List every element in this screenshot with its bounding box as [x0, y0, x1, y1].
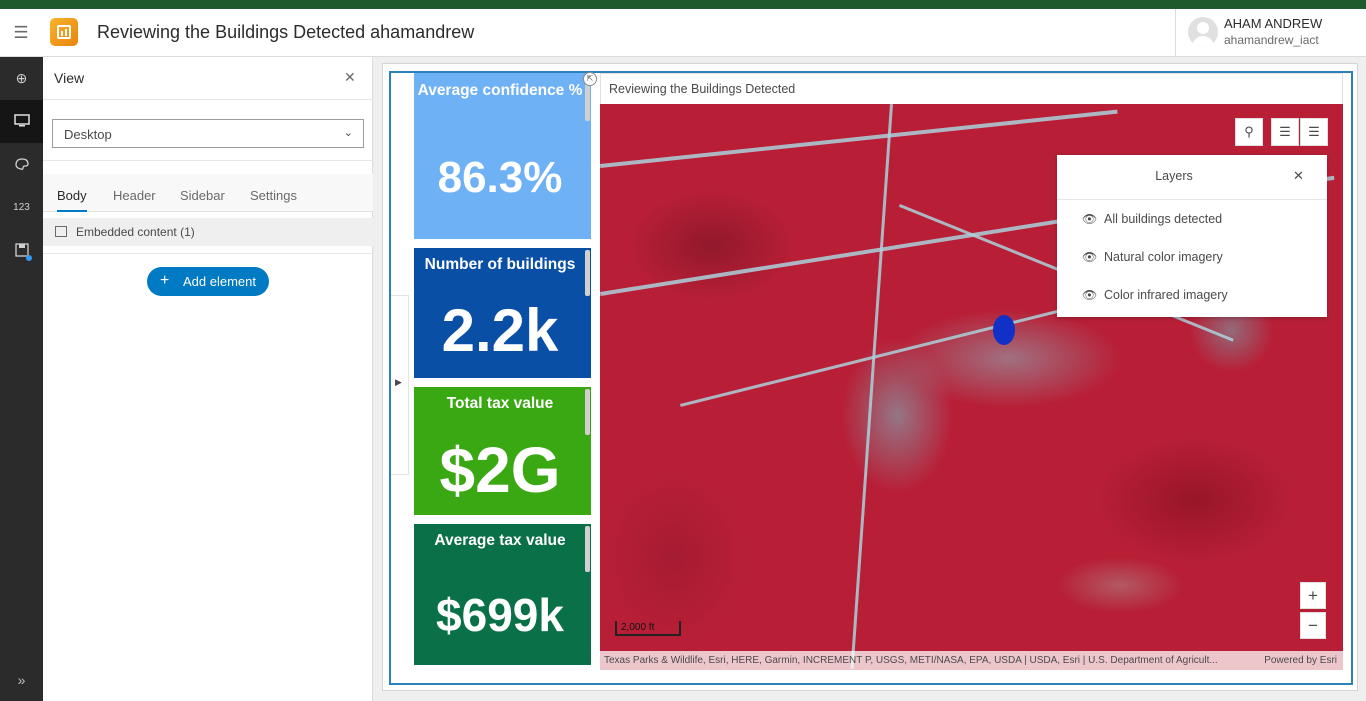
preview-canvas: ▶ Average confidence % 86.3% Number of b… — [373, 57, 1366, 701]
eye-icon[interactable]: 👁 — [1082, 212, 1097, 226]
plus-icon: + — [160, 272, 170, 289]
embedded-content-item[interactable]: Embedded content (1) — [43, 218, 373, 246]
powered-by: Powered by Esri — [1264, 655, 1337, 666]
embed-icon — [55, 226, 67, 237]
device-select-value: Desktop — [64, 127, 112, 142]
eye-icon[interactable]: 👁 — [1082, 250, 1097, 264]
panel-tabs: Body Header Sidebar Settings — [43, 174, 373, 212]
tab-settings[interactable]: Settings — [250, 188, 297, 203]
map-title: Reviewing the Buildings Detected — [609, 82, 796, 96]
tab-header[interactable]: Header — [113, 188, 156, 203]
layer-label: All buildings detected — [1104, 212, 1223, 226]
embedded-content-label: Embedded content (1) — [76, 225, 195, 239]
top-stripe — [0, 0, 1366, 9]
layer-item[interactable]: 👁 Natural color imagery — [1057, 239, 1327, 277]
theme-icon[interactable] — [0, 143, 43, 186]
indicator-value: $2G — [439, 434, 561, 506]
map-pond — [993, 315, 1015, 345]
device-select[interactable]: Desktop ⌄ — [52, 119, 364, 148]
left-rail: ⊕ 123 » — [0, 57, 43, 701]
desktop-icon[interactable] — [0, 100, 43, 143]
app-logo-icon — [50, 18, 78, 46]
expand-icon[interactable]: » — [0, 665, 43, 695]
number-icon[interactable]: 123 — [0, 186, 43, 229]
indicator-value: $699k — [436, 589, 564, 641]
zoom-out-button[interactable]: − — [1300, 612, 1326, 639]
indicator-value: 2.2k — [441, 297, 559, 364]
layer-label: Natural color imagery — [1104, 250, 1223, 264]
layer-item[interactable]: 👁 All buildings detected — [1057, 201, 1327, 239]
panel-title: View — [54, 70, 85, 86]
add-icon[interactable]: ⊕ — [0, 57, 43, 100]
layer-label: Color infrared imagery — [1104, 288, 1228, 302]
app-header: ☰ Reviewing the Buildings Detected ahama… — [0, 9, 1366, 57]
layers-icon[interactable]: ☰ — [1300, 118, 1328, 146]
indicator-title: Total tax value — [446, 395, 554, 412]
panel-header: View ✕ — [43, 57, 373, 100]
dashboard-stage: ▶ Average confidence % 86.3% Number of b… — [382, 63, 1358, 691]
map-road — [850, 104, 893, 669]
save-icon[interactable] — [0, 229, 43, 272]
indicator-title: Average tax value — [434, 532, 566, 549]
user-menu[interactable]: AHAM ANDREW ahamandrew_iact — [1175, 9, 1366, 57]
layers-title: Layers — [1155, 169, 1193, 183]
tab-body[interactable]: Body — [57, 188, 87, 212]
menu-icon[interactable]: ☰ — [10, 22, 32, 44]
scale-label: 2,000 ft — [621, 622, 655, 633]
indicator-average-tax-value[interactable]: Average tax value $699k — [414, 524, 591, 665]
user-id: ahamandrew_iact — [1224, 33, 1319, 47]
layer-item[interactable]: 👁 Color infrared imagery — [1057, 277, 1327, 315]
layers-panel: Layers ✕ 👁 All buildings detected 👁 Natu… — [1057, 155, 1327, 317]
indicator-value: 86.3% — [437, 153, 563, 202]
chevron-down-icon: ⌄ — [343, 127, 353, 139]
fullscreen-icon[interactable]: ⇱ — [583, 72, 597, 86]
add-element-label: Add element — [183, 274, 256, 289]
tab-sidebar[interactable]: Sidebar — [180, 188, 225, 203]
search-icon[interactable]: ⚲ — [1235, 118, 1263, 146]
map-attribution: Texas Parks & Wildlife, Esri, HERE, Garm… — [600, 651, 1343, 670]
eye-icon[interactable]: 👁 — [1082, 288, 1097, 302]
dashboard-frame[interactable]: ▶ Average confidence % 86.3% Number of b… — [389, 71, 1353, 685]
map-road — [600, 109, 1118, 168]
indicator-title: Number of buildings — [424, 256, 576, 273]
avatar — [1188, 17, 1218, 47]
legend-icon[interactable]: ☰ — [1271, 118, 1299, 146]
zoom-in-button[interactable]: + — [1300, 582, 1326, 609]
unsaved-indicator — [26, 255, 32, 261]
indicator-average-confidence[interactable]: Average confidence % 86.3% — [414, 73, 591, 239]
map-view[interactable]: ⚲ ☰ ☰ Layers ✕ 👁 All buildings detected … — [600, 104, 1343, 670]
view-panel: View ✕ Desktop ⌄ Body Header Sidebar Set… — [43, 57, 373, 701]
close-icon[interactable]: ✕ — [1293, 168, 1304, 184]
indicator-total-tax-value[interactable]: Total tax value $2G — [414, 387, 591, 515]
scale-bar: 2,000 ft — [615, 621, 681, 636]
close-icon[interactable]: ✕ — [344, 69, 356, 86]
indicator-number-of-buildings[interactable]: Number of buildings 2.2k — [414, 248, 591, 378]
user-name: AHAM ANDREW — [1224, 16, 1323, 31]
app-title: Reviewing the Buildings Detected ahamand… — [97, 22, 475, 42]
indicator-title: Average confidence % — [417, 82, 583, 99]
add-element-button[interactable]: + Add element — [147, 267, 269, 296]
sidebar-toggle[interactable]: ▶ — [391, 295, 409, 475]
map-title-bar: Reviewing the Buildings Detected — [600, 73, 1343, 104]
attribution-text: Texas Parks & Wildlife, Esri, HERE, Garm… — [604, 655, 1218, 666]
chevron-right-icon: ▶ — [395, 377, 402, 387]
